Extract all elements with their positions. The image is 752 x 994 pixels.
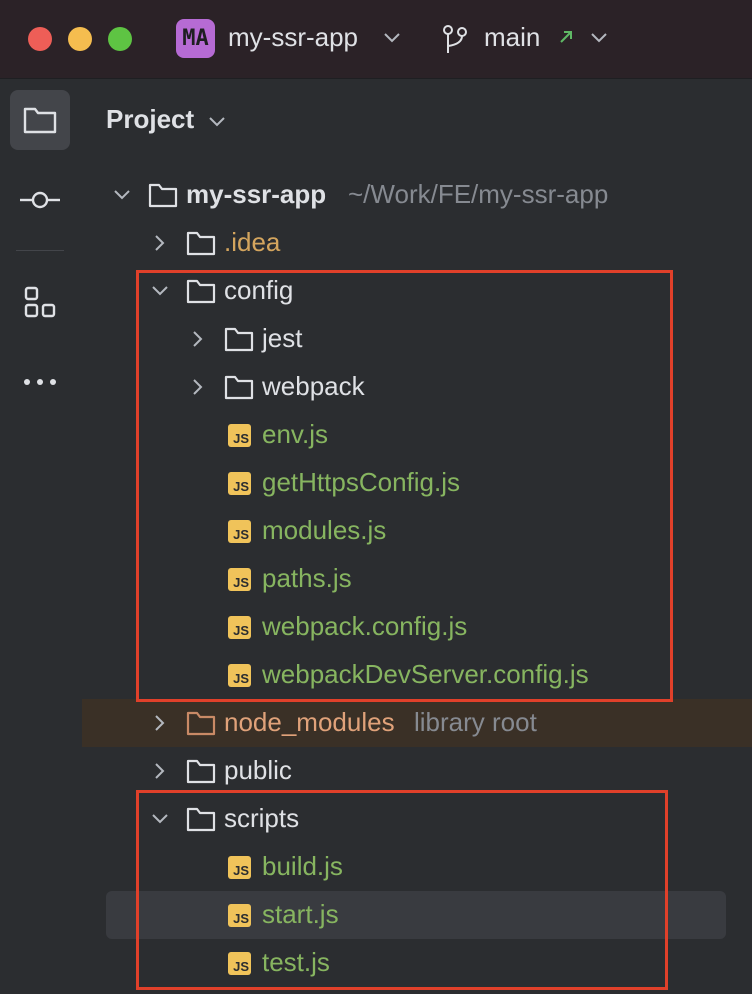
folder-icon <box>186 711 216 736</box>
zoom-window-button[interactable] <box>108 27 132 51</box>
tree-label: .idea <box>224 227 281 257</box>
more-tools-button[interactable] <box>10 352 70 412</box>
tree-label: node_modules <box>224 707 395 737</box>
tree-row-node-modules[interactable]: node_modules library root <box>82 699 752 747</box>
tree-label: my-ssr-app <box>186 179 327 209</box>
tree-row-public[interactable]: public <box>82 747 752 795</box>
push-arrow-icon <box>560 31 572 43</box>
scripts-highlight-box <box>136 790 668 990</box>
branch-name[interactable]: main <box>484 22 540 53</box>
chevron-down-icon[interactable] <box>112 185 132 205</box>
folder-icon <box>186 231 216 256</box>
more-icon <box>24 379 56 385</box>
project-badge[interactable]: MA <box>176 19 215 58</box>
tree-path: ~/Work/FE/my-ssr-app <box>348 179 609 209</box>
structure-icon <box>24 286 56 318</box>
close-window-button[interactable] <box>28 27 52 51</box>
commit-tool-button[interactable] <box>10 170 70 230</box>
chevron-down-icon[interactable] <box>590 31 608 45</box>
chevron-right-icon[interactable] <box>150 761 170 781</box>
folder-icon <box>23 107 57 134</box>
project-tool-button[interactable] <box>10 90 70 150</box>
chevron-down-icon[interactable] <box>383 31 401 45</box>
sidebar-divider <box>16 250 64 251</box>
tree-note: library root <box>414 707 537 737</box>
tree-row-idea[interactable]: .idea <box>82 219 752 267</box>
commit-icon <box>20 191 60 209</box>
project-name[interactable]: my-ssr-app <box>228 22 358 53</box>
chevron-down-icon[interactable] <box>208 116 226 128</box>
minimize-window-button[interactable] <box>68 27 92 51</box>
chevron-right-icon[interactable] <box>150 713 170 733</box>
branch-icon <box>443 25 467 53</box>
panel-title[interactable]: Project <box>106 104 194 135</box>
config-highlight-box <box>136 270 673 702</box>
folder-icon <box>186 759 216 784</box>
title-bar: MA my-ssr-app main <box>0 0 752 79</box>
folder-icon <box>148 183 178 208</box>
structure-tool-button[interactable] <box>10 272 70 332</box>
chevron-right-icon[interactable] <box>150 233 170 253</box>
tool-window-bar <box>0 79 83 994</box>
tree-label: public <box>224 755 292 785</box>
tree-row-root[interactable]: my-ssr-app ~/Work/FE/my-ssr-app <box>82 171 752 219</box>
